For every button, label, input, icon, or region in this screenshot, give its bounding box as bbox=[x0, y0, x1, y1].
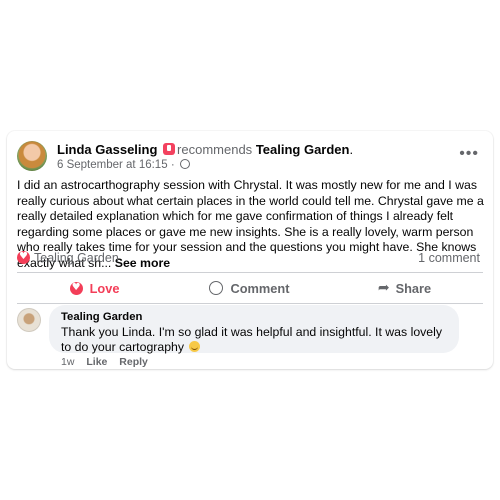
commenter-avatar[interactable] bbox=[17, 308, 41, 332]
comment-label: Comment bbox=[230, 280, 290, 296]
comment-bubble: Tealing Garden Thank you Linda. I'm so g… bbox=[49, 305, 459, 354]
author-name[interactable]: Linda Gasseling bbox=[57, 142, 157, 157]
page-name-link[interactable]: Tealing Garden bbox=[256, 142, 350, 157]
comment-like-button[interactable]: Like bbox=[86, 356, 107, 368]
comment-reply-button[interactable]: Reply bbox=[119, 356, 148, 368]
comment-button[interactable]: Comment bbox=[172, 274, 327, 302]
post-actions: Love Comment ➦ Share bbox=[17, 274, 483, 302]
comment-icon bbox=[209, 281, 224, 295]
more-options-button[interactable]: ••• bbox=[459, 146, 479, 162]
post-timestamp[interactable]: 6 September at 16:15 bbox=[57, 159, 168, 171]
love-label: Love bbox=[89, 280, 120, 296]
divider bbox=[17, 303, 483, 304]
share-button[interactable]: ➦ Share bbox=[327, 274, 482, 302]
heart-icon bbox=[69, 281, 83, 295]
comment-age[interactable]: 1w bbox=[61, 356, 74, 368]
heart-icon bbox=[17, 250, 30, 264]
post-meta: 6 September at 16:15 · bbox=[57, 159, 190, 171]
comment-author[interactable]: Tealing Garden bbox=[61, 311, 142, 323]
comment-text-wrap: Thank you Linda. I'm so glad it was help… bbox=[61, 325, 453, 354]
author-avatar[interactable] bbox=[17, 141, 47, 171]
reactions-summary[interactable]: Tealing Garden bbox=[17, 250, 119, 265]
post-stats: Tealing Garden 1 comment bbox=[17, 250, 483, 267]
post-card: Linda Gasseling recommends Tealing Garde… bbox=[7, 131, 493, 369]
recommends-label: recommends bbox=[177, 142, 253, 157]
post-header: Linda Gasseling recommends Tealing Garde… bbox=[17, 141, 483, 175]
comment-count[interactable]: 1 comment bbox=[418, 251, 480, 265]
smiling-emoji-icon bbox=[189, 340, 201, 352]
share-label: Share bbox=[395, 280, 432, 296]
love-button[interactable]: Love bbox=[17, 274, 172, 302]
reactor-name: Tealing Garden bbox=[34, 251, 119, 265]
recommend-icon bbox=[163, 143, 176, 155]
page-suffix: . bbox=[349, 142, 354, 157]
share-arrow-icon: ➦ bbox=[377, 280, 390, 296]
post-author-line: Linda Gasseling recommends Tealing Garde… bbox=[57, 141, 353, 158]
comment-text: Thank you Linda. I'm so glad it was help… bbox=[61, 325, 443, 354]
comment-meta: 1w Like Reply bbox=[61, 356, 157, 368]
meta-separator: · bbox=[170, 159, 175, 171]
globe-icon bbox=[179, 159, 190, 169]
divider bbox=[17, 272, 483, 273]
